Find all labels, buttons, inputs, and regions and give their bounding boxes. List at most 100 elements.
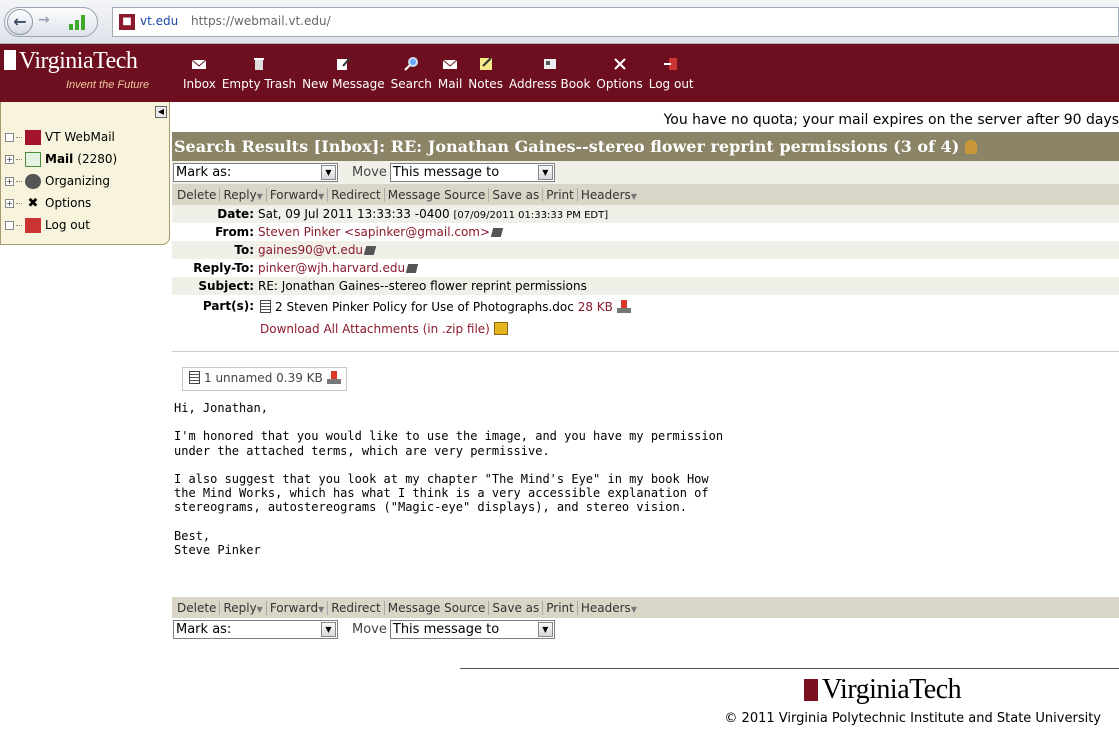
tree-node-icon [5,132,14,142]
expand-icon[interactable]: + [5,198,14,208]
redirect-button[interactable]: Redirect [328,187,385,202]
redirect-button[interactable]: Redirect [328,600,385,615]
add-contact-icon[interactable] [405,263,419,273]
to-link[interactable]: gaines90@vt.edu [258,243,363,257]
headers-button[interactable]: Headers▼ [578,188,640,202]
message-source-button[interactable]: Message Source [385,187,490,202]
delete-button[interactable]: Delete [174,187,221,202]
download-all-link[interactable]: Download All Attachments (in .zip file) [260,322,490,336]
reply-to-link[interactable]: pinker@wjh.harvard.edu [258,261,405,275]
sidebar-item-vt-webmail[interactable]: VT WebMail [5,126,117,148]
collapse-sidebar-icon[interactable]: ◀ [155,106,167,118]
chevron-down-icon: ▼ [537,165,553,180]
toolbar-label: Log out [648,77,694,91]
toolbar-label: Inbox [183,77,216,91]
forward-button[interactable]: Forward▼ [267,600,329,615]
main-toolbar: Inbox Empty Trash New Message Search Mai… [180,50,697,91]
reply-button[interactable]: Reply▼ [220,600,267,615]
move-target-value: This message to [392,165,500,180]
print-button[interactable]: Print [543,187,578,202]
footer-logo-text: VirginiaTech [822,674,962,705]
document-icon [189,371,200,384]
attachment-row: 2 Steven Pinker Policy for Use of Photog… [258,297,632,319]
move-button[interactable]: Move [352,622,387,637]
mark-as-select[interactable]: Mark as: ▼ [173,163,338,182]
download-icon[interactable] [326,371,342,384]
sidebar-item-label: Options [45,196,92,210]
chevron-down-icon: ▼ [318,191,325,201]
header-from: From: Steven Pinker <sapinker@gmail.com> [172,223,1119,241]
sidebar-item-organizing[interactable]: + Organizing [5,170,117,192]
print-button[interactable]: Print [543,600,578,615]
save-as-button[interactable]: Save as [489,187,544,202]
toolbar-log-out-button[interactable]: Log out [646,50,697,91]
vt-logo[interactable]: VirginiaTech [4,48,138,75]
chevron-down-icon: ▼ [321,165,336,180]
message-actions-top: Delete Reply▼ Forward▼ Redirect Message … [172,184,1119,205]
move-target-select[interactable]: This message to ▼ [389,620,555,639]
sidebar-item-options[interactable]: + ✖ Options [5,192,117,214]
options-icon [612,56,628,72]
from-link[interactable]: Steven Pinker <sapinker@gmail.com> [258,225,490,239]
toolbar-search-button[interactable]: Search [388,50,435,91]
address-bar[interactable]: ■ vt.edu https://webmail.vt.edu/ [112,7,1119,37]
reply-button[interactable]: Reply▼ [220,187,267,202]
chevron-down-icon: ▼ [630,604,637,614]
headers-button[interactable]: Headers▼ [578,601,640,615]
subject-label: Subject: [198,279,254,293]
back-button[interactable]: ← [7,9,33,35]
reply-to-label: Reply-To: [193,261,254,275]
sidebar-item-log-out[interactable]: Log out [5,214,117,236]
expand-icon[interactable]: + [5,154,14,164]
move-target-select[interactable]: This message to ▼ [389,163,555,182]
toolbar-address-book-button[interactable]: Address Book [506,50,593,91]
vt-shield-icon [804,679,818,701]
mark-as-select[interactable]: Mark as: ▼ [173,620,338,639]
add-contact-icon[interactable] [363,245,377,255]
toolbar-notes-button[interactable]: Notes [465,50,506,91]
inline-attachment[interactable]: 1 unnamed 0.39 KB [182,367,347,391]
tree-node-icon [5,220,14,230]
message-title-bar: Search Results [Inbox]: RE: Jonathan Gai… [172,132,1119,161]
toolbar-inbox-button[interactable]: Inbox [180,50,219,91]
download-icon[interactable] [616,300,632,313]
message-view: You have no quota; your mail expires on … [172,102,1119,352]
toolbar-label: Empty Trash [221,77,297,91]
toolbar-new-message-button[interactable]: New Message [299,50,388,91]
attachment-size-link[interactable]: 28 KB [578,300,613,314]
sidebar-item-mail[interactable]: + Mail (2280) [5,148,117,170]
toolbar-empty-trash-button[interactable]: Empty Trash [219,50,299,91]
copyright: © 2011 Virginia Polytechnic Institute an… [724,711,1101,726]
organizing-icon [25,173,41,189]
chevron-down-icon: ▼ [537,622,553,637]
notes-icon [478,56,494,72]
forward-button[interactable]: Forward▼ [267,187,329,202]
toolbar-mail-button[interactable]: Mail [435,50,465,91]
site-identity[interactable]: vt.edu [140,14,178,28]
date-value: Sat, 09 Jul 2011 13:33:33 -0400 [07/09/2… [258,207,609,221]
delete-button[interactable]: Delete [174,600,221,615]
expand-icon[interactable]: + [5,176,14,186]
move-button[interactable]: Move [352,165,387,180]
message-source-button[interactable]: Message Source [385,600,490,615]
save-as-button[interactable]: Save as [489,600,544,615]
attachment-name[interactable]: 2 Steven Pinker Policy for Use of Photog… [275,300,574,314]
date-label: Date: [217,207,254,221]
sidebar-item-label: Log out [45,218,90,232]
zip-archive-icon[interactable] [493,322,508,335]
message-actions-bottom: Delete Reply▼ Forward▼ Redirect Message … [172,597,1119,618]
logout-icon [663,56,679,72]
toolbar-label: Mail [437,77,463,91]
url-text[interactable]: https://webmail.vt.edu/ [191,14,331,28]
message-controls-bottom: Delete Reply▼ Forward▼ Redirect Message … [172,597,1119,641]
vt-shield-icon [4,50,16,70]
sidebar-item-label: VT WebMail [45,130,115,144]
add-contact-icon[interactable] [490,227,504,237]
address-book-icon [542,56,558,72]
forward-button[interactable]: → [38,12,50,28]
from-label: From: [215,225,254,239]
toolbar-options-button[interactable]: Options [593,50,645,91]
move-target-value: This message to [392,622,500,637]
header-date: Date: Sat, 09 Jul 2011 13:33:33 -0400 [0… [172,205,1119,223]
divider [172,351,1119,352]
